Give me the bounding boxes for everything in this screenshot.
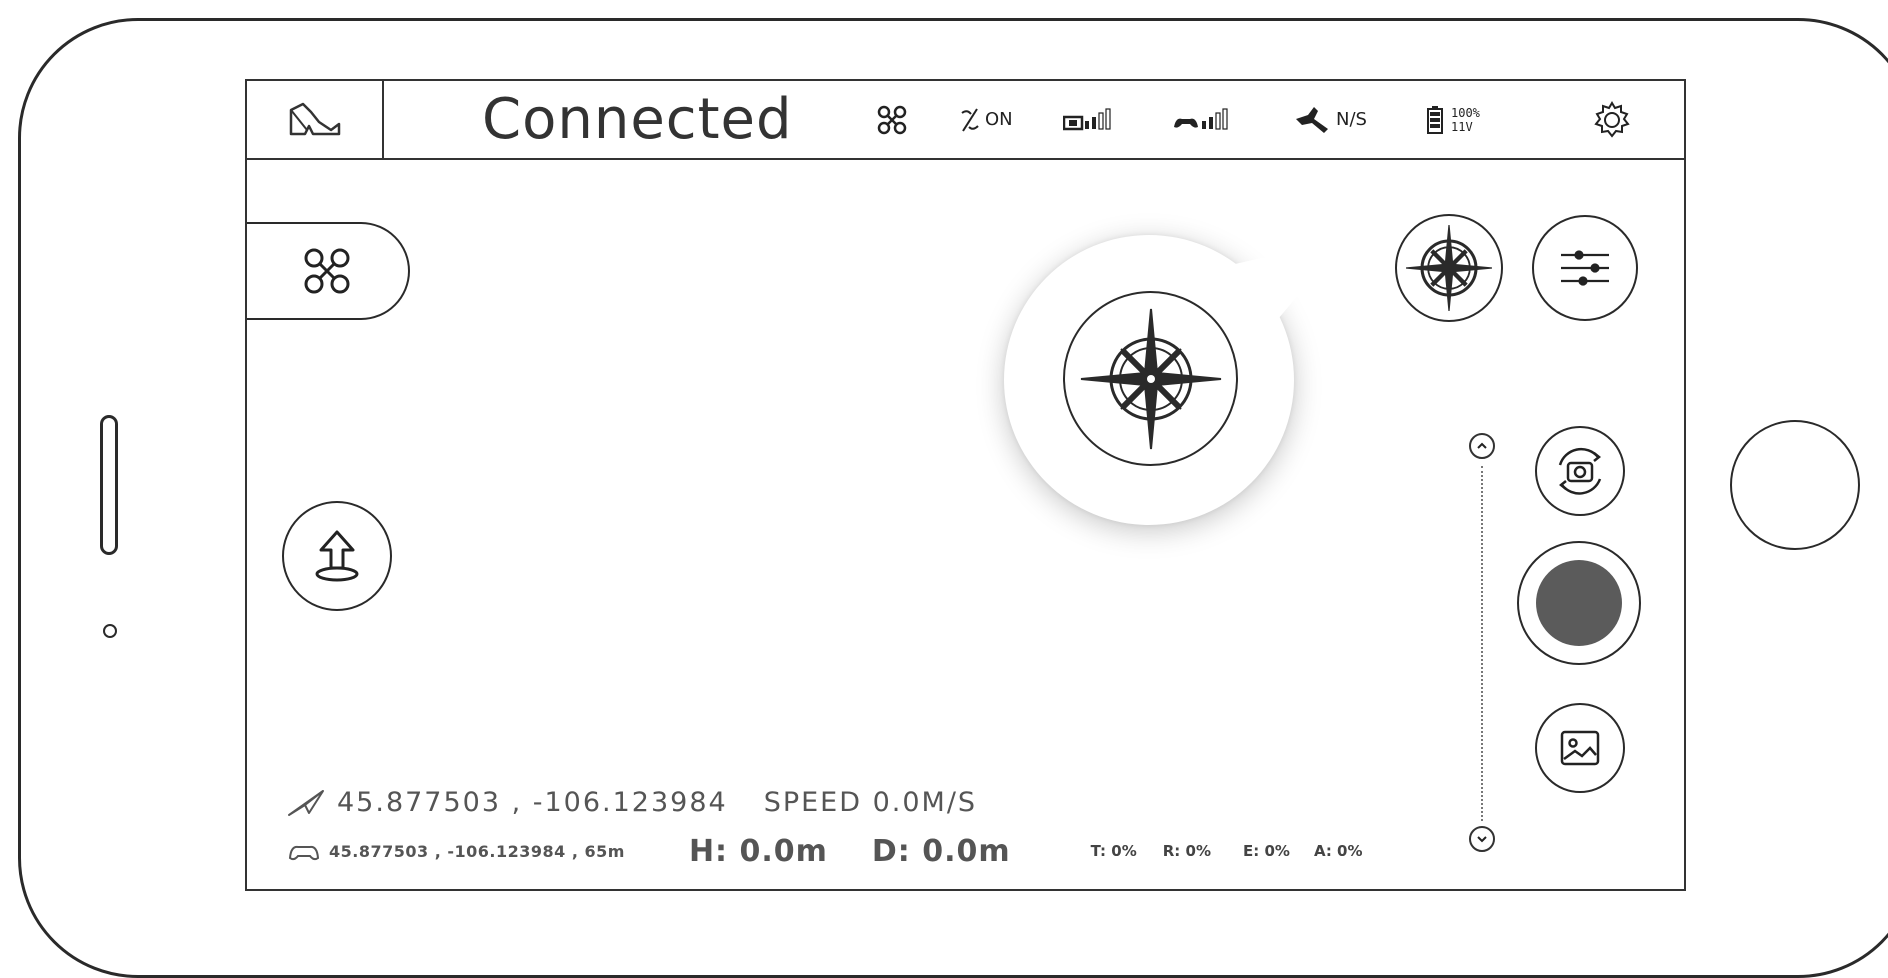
satellite-icon <box>1296 106 1328 133</box>
gamepad-icon <box>288 845 320 861</box>
phone-speaker-slot <box>100 415 118 555</box>
gps-status[interactable]: ON <box>959 81 1013 158</box>
takeoff-icon <box>315 530 359 582</box>
chevron-up-icon <box>1477 442 1487 449</box>
zoom-up-button[interactable] <box>1469 433 1495 459</box>
distance-readout: D: 0.0m <box>871 833 1011 869</box>
map-icon <box>289 102 340 135</box>
connection-status: Connected <box>482 87 793 152</box>
drone-mode-tab[interactable] <box>247 222 410 320</box>
battery-status: 100% 11V <box>1427 81 1480 158</box>
sliders-icon <box>1561 250 1609 286</box>
battery-percent: 100% <box>1451 105 1480 120</box>
zoom-down-button[interactable] <box>1469 826 1495 852</box>
settings-button[interactable] <box>1592 81 1632 158</box>
record-icon <box>1536 560 1622 646</box>
zoom-slider-track[interactable] <box>1481 466 1483 821</box>
battery-icon <box>1427 105 1443 134</box>
camera-switch-button[interactable] <box>1535 426 1625 516</box>
remote-signal-icon <box>1174 107 1228 130</box>
drone-icon <box>877 105 907 134</box>
satellite-status: N/S <box>1294 81 1367 158</box>
compass-icon <box>1406 225 1492 311</box>
battery-voltage: 11V <box>1451 119 1473 134</box>
phone-camera-dot <box>103 624 117 638</box>
gallery-button[interactable] <box>1535 703 1625 793</box>
app-screen: Connected ON N/S 100% 11V 45.877503 , -1… <box>245 79 1686 891</box>
controller-coordinates: 45.877503 , -106.123984 , 65m <box>329 841 625 861</box>
remote-signal-status <box>1172 81 1242 158</box>
video-signal-status <box>1063 81 1133 158</box>
drone-coordinates: 45.877503 , -106.123984 <box>337 786 728 818</box>
height-readout: H: 0.0m <box>688 833 828 869</box>
gps-icon <box>961 107 979 132</box>
controller-telemetry-row: 45.877503 , -106.123984 , 65m H: 0.0m D:… <box>287 833 1363 869</box>
video-signal-icon <box>1063 107 1111 130</box>
compass-icon <box>1080 308 1221 449</box>
adjust-button[interactable] <box>1532 215 1638 321</box>
drone-status[interactable] <box>875 81 909 158</box>
callout-tail <box>1235 239 1345 349</box>
satellite-label: N/S <box>1336 109 1367 130</box>
top-status-bar: Connected ON N/S 100% 11V <box>247 81 1684 160</box>
trim-a: A: 0% <box>1313 842 1363 860</box>
phone-home-button[interactable] <box>1730 420 1860 550</box>
gear-icon <box>1594 100 1630 138</box>
chevron-down-icon <box>1477 836 1487 843</box>
map-button[interactable] <box>247 81 384 158</box>
trim-e: E: 0% <box>1243 842 1290 860</box>
drone-icon <box>304 248 349 294</box>
trim-r: R: 0% <box>1162 842 1211 860</box>
compass-large <box>1063 291 1238 466</box>
compass-button[interactable] <box>1395 214 1503 322</box>
gps-on-label: ON <box>985 109 1013 130</box>
speed-readout: SPEED 0.0M/S <box>763 786 978 818</box>
record-button[interactable] <box>1517 541 1641 665</box>
camera-switch-icon <box>1558 447 1602 495</box>
drone-telemetry-row: 45.877503 , -106.123984 SPEED 0.0M/S <box>287 784 977 820</box>
gallery-icon <box>1560 730 1600 766</box>
paper-plane-icon <box>288 790 324 816</box>
trim-t: T: 0% <box>1090 842 1137 860</box>
takeoff-button[interactable] <box>282 501 392 611</box>
